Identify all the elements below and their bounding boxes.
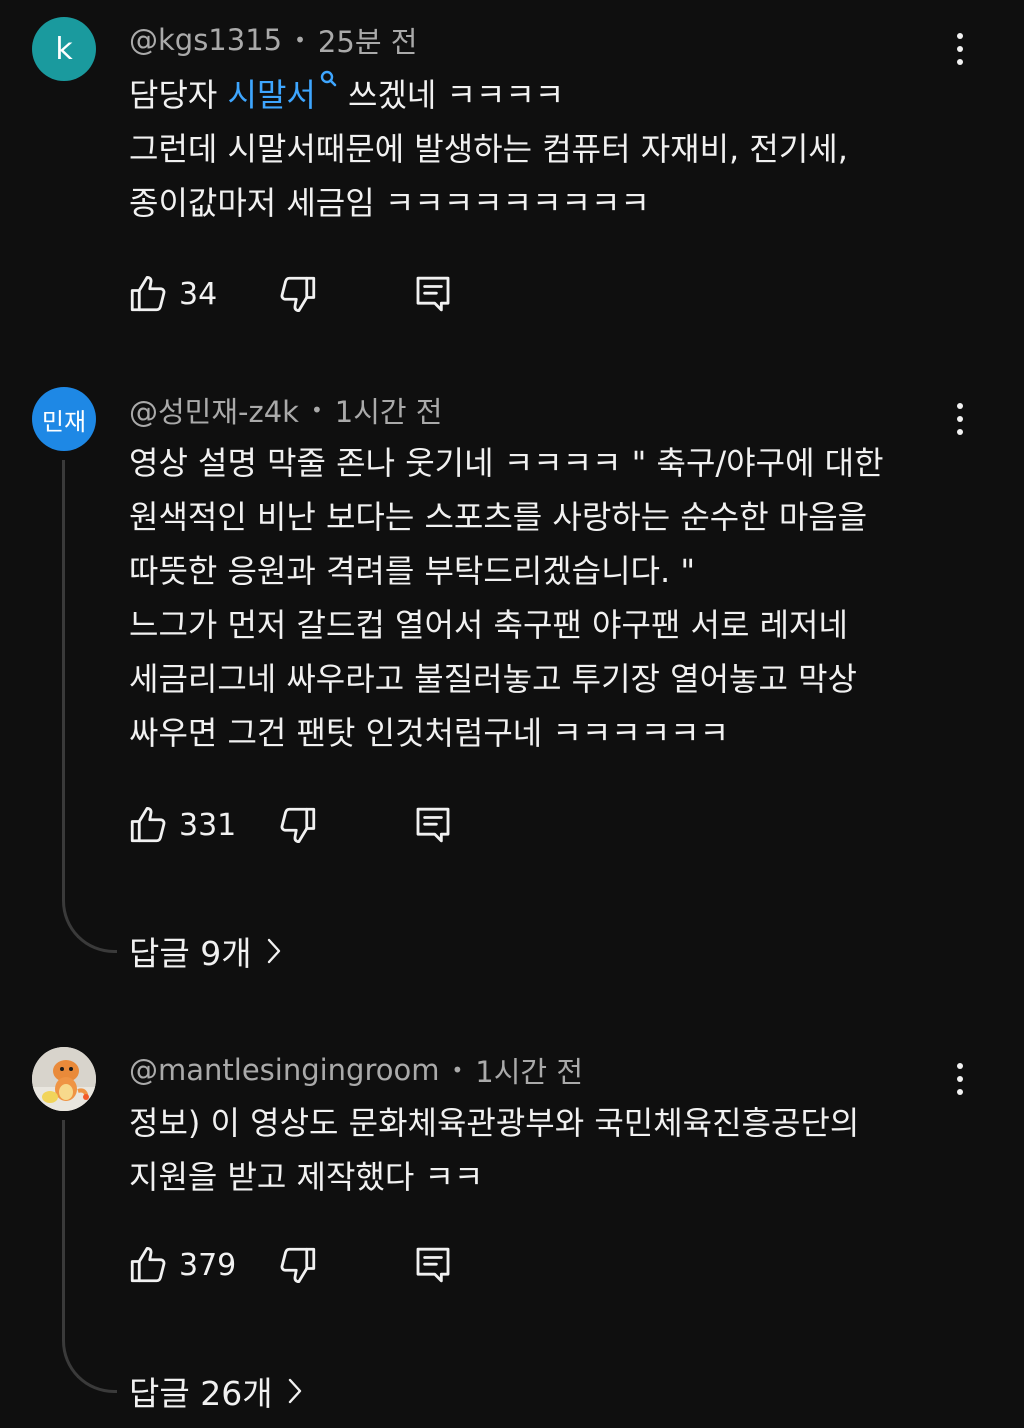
like-count: 379 — [179, 1247, 237, 1283]
charmander-avatar-icon — [32, 1047, 96, 1111]
comment-line: 지원을 받고 제작했다 ㅋㅋ — [129, 1158, 484, 1196]
more-vert-dot — [957, 1076, 963, 1082]
reply-icon — [416, 1247, 450, 1283]
comment: @mantlesingingroom • 1시간 전 정보) 이 영상도 문화체… — [0, 0, 1024, 1428]
comment-header: @mantlesingingroom • 1시간 전 — [129, 1050, 583, 1090]
replies-count-label[interactable]: 답글 26개 — [129, 1367, 273, 1415]
thumbs-down-icon — [280, 1247, 316, 1284]
view-replies-button[interactable]: 답글 26개 — [129, 1367, 303, 1415]
thumbs-up-icon — [130, 1246, 166, 1283]
chevron-right-icon — [288, 1378, 301, 1404]
more-vert-dot — [957, 1089, 963, 1095]
comment-actions: 379 — [127, 1241, 527, 1289]
dislike-button[interactable] — [277, 1241, 319, 1289]
more-options-button[interactable] — [944, 1057, 976, 1101]
reply-button[interactable] — [413, 1241, 453, 1289]
like-button[interactable]: 379 — [127, 1241, 236, 1289]
avatar[interactable] — [32, 1047, 96, 1111]
comment-line: 정보) 이 영상도 문화체육관광부와 국민체육진흥공단의 — [129, 1104, 860, 1142]
more-vert-icon — [957, 1063, 963, 1069]
author-name[interactable]: @mantlesingingroom — [129, 1053, 440, 1087]
comment-text: 정보) 이 영상도 문화체육관광부와 국민체육진흥공단의 지원을 받고 제작했다… — [129, 1096, 949, 1204]
thread-line — [62, 1120, 117, 1393]
comment-time: 1시간 전 — [475, 1055, 584, 1089]
separator-dot: • — [451, 1058, 464, 1082]
